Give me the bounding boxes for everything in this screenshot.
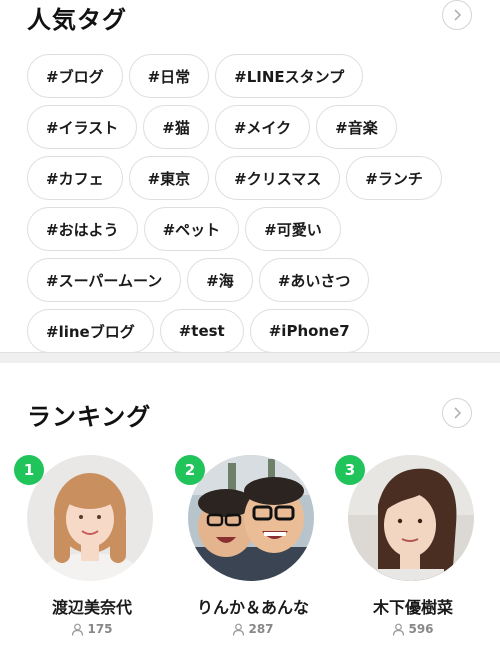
section-divider (0, 352, 500, 363)
ranking-more-button[interactable] (442, 398, 472, 428)
person-icon (72, 623, 84, 636)
tag-chip[interactable]: #スーパームーン (27, 258, 182, 302)
tag-chip[interactable]: #カフェ (27, 156, 123, 200)
follower-count-value: 287 (248, 622, 274, 636)
tag-chip[interactable]: #東京 (128, 156, 210, 200)
ranking-name: 木下優樹菜 (372, 598, 453, 617)
tag-chip[interactable]: #ブログ (27, 54, 123, 98)
tag-chip[interactable]: #ペット (143, 207, 240, 251)
person-icon (393, 623, 405, 636)
avatar-image (188, 455, 314, 581)
rank-badge: 3 (335, 455, 365, 485)
chevron-right-icon (454, 407, 462, 419)
follower-count: 596 (333, 622, 493, 636)
tag-chip[interactable]: #iPhone7 (249, 309, 369, 353)
avatar-image (27, 455, 153, 581)
follower-count: 175 (12, 622, 172, 636)
tag-chip[interactable]: #音楽 (316, 105, 397, 149)
tag-chip[interactable]: #あいさつ (258, 258, 370, 302)
ranking-title: ランキング (27, 403, 152, 431)
tag-chip[interactable]: #可愛い (245, 207, 341, 251)
avatar[interactable] (188, 455, 314, 581)
avatar-image (348, 455, 474, 581)
rank-badge: 1 (14, 455, 44, 485)
tag-chip[interactable]: #猫 (143, 105, 209, 149)
rank-badge: 2 (175, 455, 205, 485)
tag-chip[interactable]: #海 (187, 258, 253, 302)
tag-chip[interactable]: #ランチ (346, 156, 442, 200)
follower-count-value: 175 (87, 622, 113, 636)
ranking-name: 渡辺美奈代 (51, 598, 132, 617)
tag-chip[interactable]: #メイク (214, 105, 311, 149)
ranking-name: りんか＆あんな (196, 598, 309, 617)
tag-chip[interactable]: #test (159, 309, 244, 353)
tag-list: #ブログ #日常 #LINEスタンプ #イラスト #猫 #メイク #音楽 #カフ… (27, 54, 477, 353)
popular-tags-title: 人気タグ (27, 6, 127, 34)
popular-tags-more-button[interactable] (442, 0, 472, 30)
follower-count: 287 (173, 622, 333, 636)
tag-chip[interactable]: #LINEスタンプ (215, 54, 364, 98)
tag-chip[interactable]: #クリスマス (215, 156, 341, 200)
person-icon (233, 623, 245, 636)
tag-chip[interactable]: #日常 (128, 54, 210, 98)
tag-chip[interactable]: #おはよう (27, 207, 138, 251)
tag-chip[interactable]: #イラスト (27, 105, 138, 149)
avatar[interactable] (27, 455, 153, 581)
follower-count-value: 596 (408, 622, 434, 636)
avatar[interactable] (348, 455, 474, 581)
ranking-list: 1 渡辺美奈代 175 2 りんか＆あんな 287 3 木下優樹菜 596 (0, 450, 500, 649)
chevron-right-icon (454, 9, 462, 21)
tag-chip[interactable]: #lineブログ (27, 309, 154, 353)
